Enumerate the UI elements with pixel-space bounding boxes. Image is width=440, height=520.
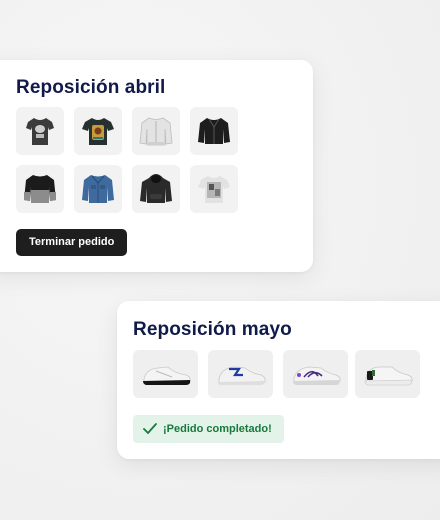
white-black-sneaker-icon — [142, 366, 191, 385]
order-completed-badge: ¡Pedido completado! — [133, 415, 284, 443]
product-tile[interactable] — [16, 165, 64, 213]
graphic-tshirt-print-icon — [82, 118, 114, 145]
product-tile[interactable] — [190, 165, 238, 213]
white-graphic-tshirt-icon — [198, 176, 230, 203]
order-card-april: Reposición abril Terminar pedido — [0, 60, 313, 272]
graphic-tshirt-dark-icon — [26, 118, 54, 145]
product-tile[interactable] — [133, 350, 198, 398]
card-title: Reposición mayo — [133, 319, 292, 340]
badge-text: ¡Pedido completado! — [163, 423, 272, 435]
finish-order-button[interactable]: Terminar pedido — [16, 229, 128, 256]
product-tile[interactable] — [208, 350, 273, 398]
product-tile[interactable] — [74, 165, 122, 213]
product-tile[interactable] — [132, 165, 180, 213]
white-bomber-jacket-icon — [139, 117, 173, 146]
check-icon — [143, 423, 157, 434]
black-hoodie-icon — [140, 174, 172, 203]
order-card-may: Reposición mayo ¡Pedido completado! — [117, 301, 440, 459]
product-tile[interactable] — [283, 350, 348, 398]
white-green-sneaker-icon — [364, 366, 413, 386]
card-title: Reposición abril — [16, 77, 166, 98]
black-leather-jacket-icon — [198, 118, 230, 144]
white-purple-sneaker-icon — [292, 366, 341, 385]
colorblock-jacket-icon — [24, 175, 56, 203]
white-blue-sneaker-icon — [217, 366, 266, 385]
product-tile[interactable] — [16, 107, 64, 155]
product-tile[interactable] — [190, 107, 238, 155]
denim-jacket-icon — [82, 175, 114, 203]
product-tile[interactable] — [74, 107, 122, 155]
product-tile[interactable] — [132, 107, 180, 155]
product-tile[interactable] — [355, 350, 420, 398]
